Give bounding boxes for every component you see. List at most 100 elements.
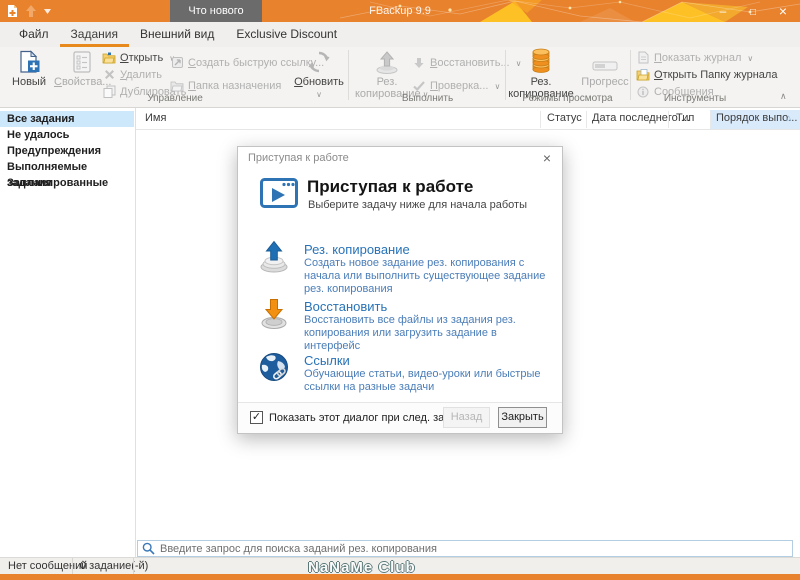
show-dialog-checkbox-label: Показать этот диалог при след. запуске [269,412,473,424]
search-input[interactable] [137,540,793,557]
sidebar-item-running[interactable]: Выполняемые задания [0,159,134,189]
tab-tasks[interactable]: Задания [60,22,129,47]
links-action-link[interactable]: Ссылки [304,353,350,368]
new-task-button[interactable]: Новый [6,48,52,88]
group-label-tools: Инструменты [663,93,727,104]
view-progress-button[interactable]: Прогресс [578,48,632,88]
qat-dropdown-icon[interactable] [44,8,51,14]
column-separator[interactable] [668,111,669,128]
ribbon: Новый Свойства... Открыть ∨ Удалить Дубл… [0,47,800,108]
restore-action-icon[interactable] [258,297,291,330]
restore-small-icon [412,56,426,70]
window-title: FBackup 9.9 [369,5,431,17]
backup-action-icon[interactable] [258,240,291,273]
run-backup-icon [355,48,419,74]
back-button[interactable]: Назад [443,407,490,428]
column-separator[interactable] [586,111,587,128]
test-dropdown-icon [492,80,500,92]
restore-label: Восстановить... [430,56,510,69]
delete-task-label: Удалить [120,68,163,81]
open-task-button[interactable]: Открыть [102,50,175,65]
backup-view-icon [508,48,574,74]
quick-shortcut-icon [170,56,184,70]
links-action-desc: Обучающие статьи, видео-уроки или быстры… [304,368,541,393]
test-button[interactable]: Проверка... [412,78,500,93]
show-log-dropdown-icon [745,52,753,64]
view-progress-label: Прогресс [581,76,629,88]
whats-new-tab[interactable]: Что нового [170,0,262,22]
minimize-button[interactable] [708,0,738,22]
backup-action-desc: Создать новое задание рез. копирования с… [304,257,546,295]
show-log-icon [636,51,650,65]
destination-folder-button[interactable]: Папка назначения [170,78,281,93]
links-action-icon[interactable] [258,351,291,384]
tab-exclusive-discount[interactable]: Exclusive Discount [225,22,348,47]
new-task-icon [6,48,52,74]
sidebar-item-all-tasks[interactable]: Все задания [0,111,134,127]
restore-action-desc: Восстановить все файлы из задания рез. к… [304,314,516,352]
table-header-underline [136,129,800,130]
destination-folder-label: Папка назначения [188,79,282,92]
column-separator[interactable] [710,111,711,128]
group-label-execute: Выполнить [401,93,454,104]
maximize-button[interactable] [738,0,768,22]
open-log-folder-icon [636,68,650,82]
dialog-heading: Приступая к работе [307,177,474,196]
sort-ascending-icon [786,114,791,122]
status-task-count: 0 задание(-й) [80,560,149,572]
refresh-dropdown-icon [292,88,346,101]
open-folder-icon [102,51,116,65]
tab-appearance[interactable]: Внешний вид [129,22,225,47]
status-separator [72,558,73,574]
search-icon [142,542,155,555]
progress-icon [578,48,632,74]
dialog-title-text: Приступая к работе [248,152,349,164]
tab-file[interactable]: Файл [8,22,60,47]
open-log-folder-label: Открыть Папку журнала [654,68,778,81]
show-log-label: Показать журнал [654,51,742,64]
refresh-icon [292,48,346,74]
sidebar-divider [135,108,136,557]
group-separator [348,50,349,100]
new-task-quick-icon[interactable] [7,4,18,18]
new-task-label: Новый [12,76,46,88]
open-log-folder-button[interactable]: Открыть Папку журнала [636,67,777,82]
title-bar: Что нового FBackup 9.9 [0,0,800,22]
watermark: NaNaMe Club [308,559,416,576]
status-separator [133,558,134,574]
dialog-subtitle: Выберите задачу ниже для начала работы [308,199,527,211]
status-messages: Нет сообщений [8,560,88,572]
close-button[interactable] [768,0,798,22]
sidebar-item-warnings[interactable]: Предупреждения [0,143,134,159]
dialog-close-button[interactable]: Закрыть [498,407,547,428]
sidebar-item-failed[interactable]: Не удалось [0,127,134,143]
test-check-icon [412,79,426,93]
dialog-close-icon[interactable] [538,149,556,167]
sidebar-item-scheduled[interactable]: Запланированные [0,175,134,191]
open-task-label: Открыть [120,51,164,64]
delete-task-button[interactable]: Удалить [102,67,162,82]
column-header-type[interactable]: Тип [676,112,694,124]
window-controls [708,0,798,22]
column-separator[interactable] [540,111,541,128]
refresh-button[interactable]: Обновить [292,48,346,101]
dialog-footer: Показать этот диалог при след. запуске Н… [238,402,562,433]
show-log-button[interactable]: Показать журнал [636,50,753,65]
group-label-management: Управление [147,93,203,104]
quick-access-toolbar [7,2,51,20]
run-backup-quick-icon[interactable] [25,4,37,18]
fbackup-window: Что нового FBackup 9.9 Файл Задания Внеш… [0,0,800,580]
group-label-view-modes: Режимы просмотра [522,93,613,104]
getting-started-icon [260,178,298,208]
backup-action-link[interactable]: Рез. копирование [304,242,410,257]
refresh-label: Обновить [294,76,344,88]
collapse-ribbon-icon[interactable] [780,91,787,102]
ribbon-tab-row: Файл Задания Внешний вид Exclusive Disco… [0,22,800,47]
column-header-name[interactable]: Имя [145,112,166,124]
getting-started-dialog: Приступая к работе Приступая к работе Вы… [237,146,563,434]
show-dialog-checkbox[interactable] [250,411,263,424]
delete-icon [102,68,116,82]
destination-folder-icon [170,79,184,93]
restore-action-link[interactable]: Восстановить [304,299,387,314]
column-header-status[interactable]: Статус [547,112,582,124]
